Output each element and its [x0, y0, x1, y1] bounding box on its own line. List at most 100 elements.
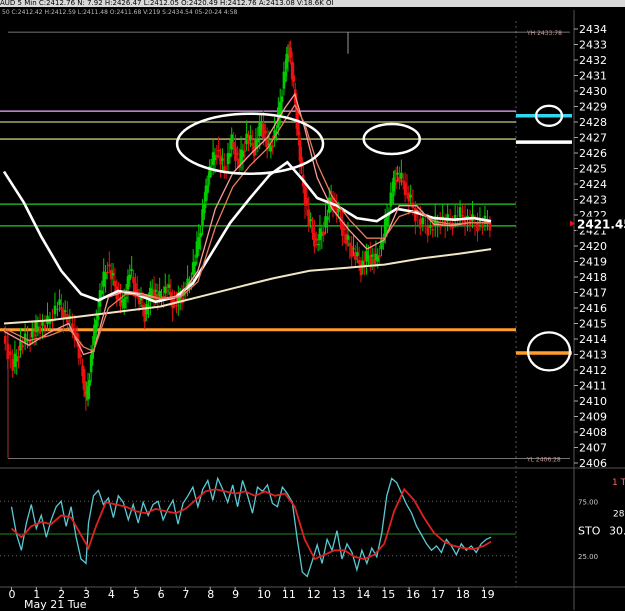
candle-body	[419, 218, 422, 229]
candle-body	[423, 225, 427, 227]
candle-body	[421, 217, 425, 225]
candle-body	[431, 228, 435, 231]
candle-body	[426, 226, 430, 236]
candle-body	[305, 197, 309, 206]
x-tick-label: 17	[431, 588, 445, 601]
candle-body	[79, 354, 83, 358]
y-tick-label: 2433	[579, 39, 607, 52]
y-tick-label: 2413	[579, 349, 607, 362]
candle-body	[228, 153, 232, 157]
candle-body	[481, 224, 484, 228]
y-tick-label: 2417	[579, 287, 607, 300]
candle-body	[461, 215, 464, 217]
y-tick-label: 2407	[579, 442, 607, 455]
candle-body	[6, 343, 10, 360]
candle-body	[63, 310, 67, 312]
candle-body	[476, 222, 479, 232]
y-tick-label: 2430	[579, 85, 607, 98]
last-price-label: 2421.45	[577, 218, 625, 232]
candle-body	[428, 225, 432, 228]
candle-body	[271, 145, 275, 148]
candle-body	[58, 299, 61, 305]
candle-body	[197, 237, 201, 250]
stoch-line-fast	[10, 476, 492, 578]
y-tick-label: 2416	[579, 302, 607, 315]
trading-chart: AUD 5 Min C:2412.76 N: 7.92 H:2426.47 L:…	[0, 0, 625, 611]
y-tick-label: 2431	[579, 70, 607, 83]
sto-side-label-2: 28	[613, 510, 625, 520]
x-tick-label: 8	[207, 588, 214, 601]
candle-body	[43, 325, 47, 329]
candle-body	[30, 330, 34, 338]
candle-body	[370, 254, 374, 257]
y-tick-label: 2426	[579, 147, 607, 160]
candle-body	[21, 345, 24, 348]
x-tick-label: 14	[356, 588, 370, 601]
candle-body	[132, 277, 135, 284]
candle-body	[17, 356, 20, 359]
candle-body	[378, 255, 381, 257]
candle-body	[167, 284, 171, 288]
candle-body	[158, 290, 161, 297]
candle-body	[458, 207, 462, 217]
y-tick-label: 2412	[579, 364, 607, 377]
candle-body	[346, 235, 350, 240]
candle-body	[8, 351, 12, 356]
candle-body	[256, 139, 260, 143]
moving-average-white	[2, 160, 492, 304]
y-tick-label: 2415	[579, 318, 607, 331]
sto-name-label: STO	[578, 525, 601, 538]
candle-body	[400, 172, 403, 179]
candle-body	[297, 121, 300, 136]
x-tick-label: 19	[481, 588, 495, 601]
candle-body	[175, 304, 178, 307]
candle-body	[342, 228, 346, 231]
candle-body	[263, 130, 267, 134]
candle-body	[88, 380, 91, 386]
candle-body	[448, 221, 452, 223]
candle-body	[385, 216, 389, 227]
y-tick-label: 2434	[579, 23, 607, 36]
sto-value-label: 30.	[609, 525, 625, 538]
candle-body	[243, 150, 247, 152]
x-tick-label: 15	[381, 588, 395, 601]
x-tick-label: 10	[257, 588, 271, 601]
y-tick-label: 2420	[579, 240, 607, 253]
candle-body	[94, 319, 98, 333]
x-tick-label: 7	[182, 588, 189, 601]
candle-body	[314, 238, 318, 241]
session-date-label: May 21 Tue	[24, 598, 87, 611]
sto-tick-label: 25.00	[578, 553, 598, 561]
x-tick-label: 9	[232, 588, 239, 601]
candle-body	[111, 273, 115, 276]
y-tick-label: 2419	[579, 256, 607, 269]
sto-tick-label: 75.00	[578, 498, 598, 506]
candle-body	[165, 290, 169, 292]
candle-body	[106, 271, 109, 273]
y-tick-label: 2428	[579, 116, 607, 129]
candle-body	[38, 326, 42, 334]
candle-body	[405, 187, 409, 189]
x-tick-label: 6	[158, 588, 165, 601]
candle-body	[3, 335, 7, 344]
candle-body	[249, 135, 252, 141]
stoch-line-slow	[10, 487, 492, 561]
session-low-label: YL 2406.28	[526, 456, 561, 463]
y-tick-label: 2423	[579, 194, 607, 207]
candle-body	[316, 244, 320, 246]
candle-body	[203, 204, 206, 214]
candle-body	[60, 307, 63, 310]
candle-body	[207, 185, 210, 187]
candle-body	[199, 232, 202, 238]
candle-body	[389, 192, 393, 207]
candle-body	[232, 142, 235, 148]
y-tick-label: 2414	[579, 333, 607, 346]
sto-side-label-1: 1 T	[612, 478, 625, 488]
candle-body	[254, 138, 258, 149]
candle-body	[221, 158, 224, 161]
x-tick-label: 18	[456, 588, 470, 601]
candle-body	[409, 194, 412, 198]
candle-body	[357, 259, 361, 264]
candle-body	[173, 300, 176, 302]
y-tick-label: 2409	[579, 411, 607, 424]
